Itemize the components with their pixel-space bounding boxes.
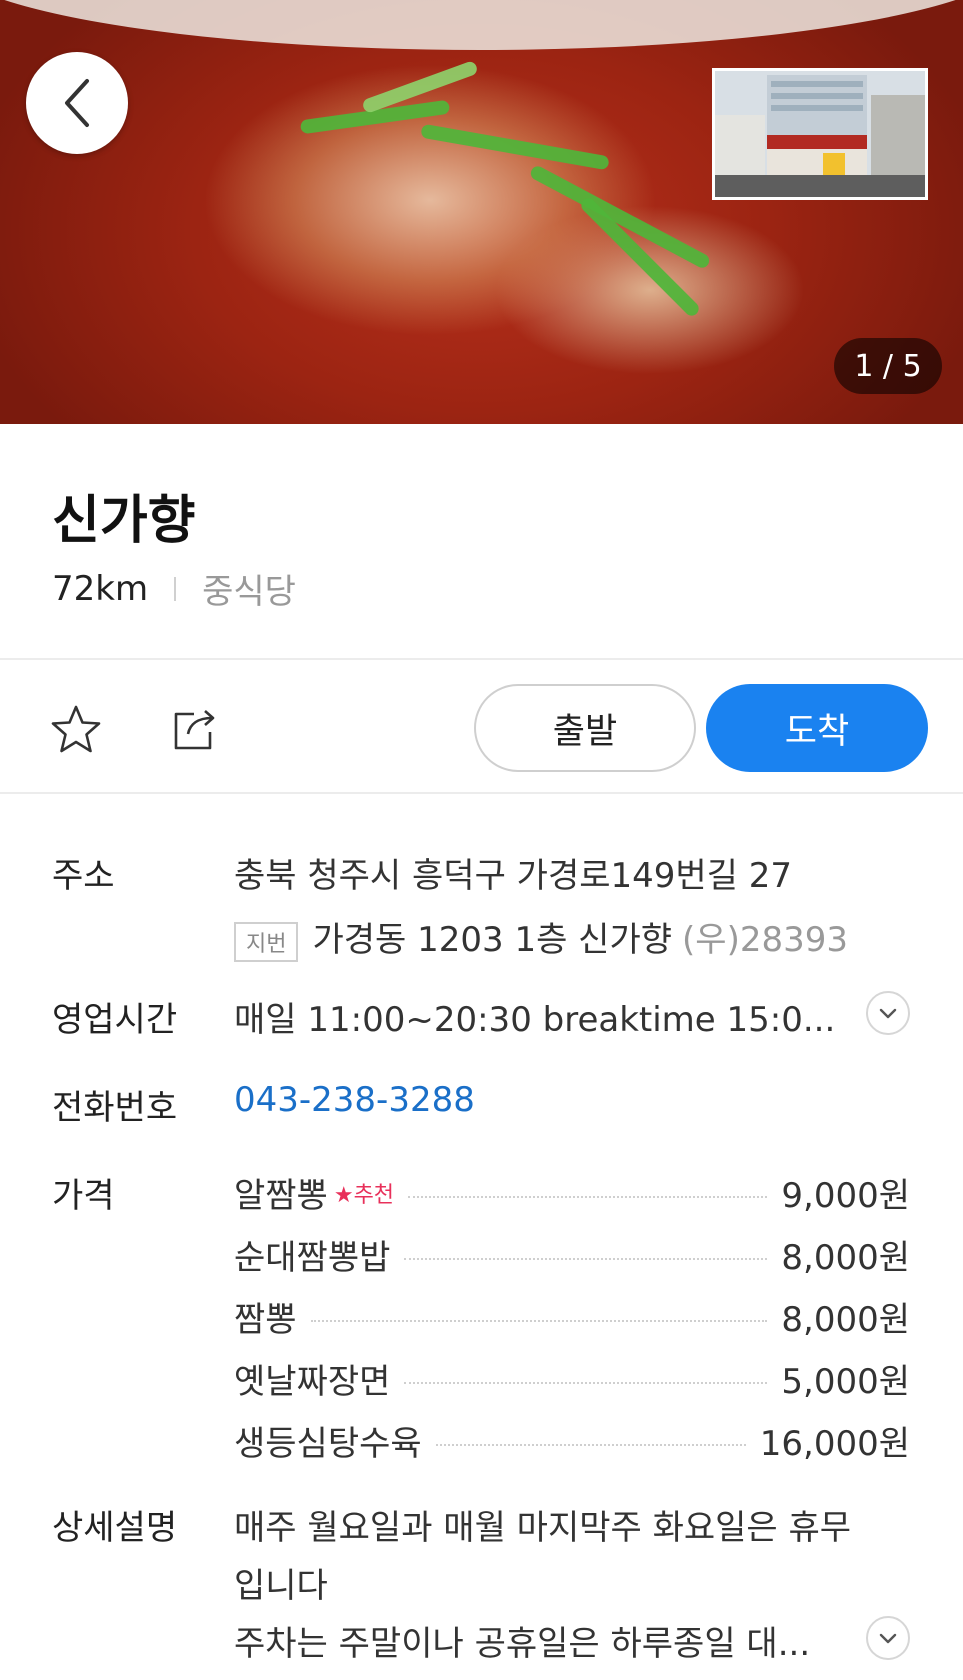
zip-code: (우)28393 (682, 920, 848, 960)
menu-item-name: 생등심탕수육 (234, 1424, 422, 1464)
menu-item: 알짬뽕 ★추천 9,000원 (234, 1168, 910, 1217)
meta-separator (174, 576, 177, 601)
description-label: 상세설명 (52, 1508, 178, 1548)
expand-hours-button[interactable] (866, 991, 910, 1035)
address-label: 주소 (52, 856, 115, 896)
hero-photo[interactable]: 1 / 5 (0, 0, 963, 424)
distance: 72km (52, 568, 149, 609)
hours-label: 영업시간 (52, 1000, 178, 1040)
road-address: 충북 청주시 흥덕구 가경로149번길 27 (234, 856, 793, 896)
jibun-address: 가경동 1203 1층 신가향 (312, 920, 673, 960)
divider (0, 792, 963, 794)
menu-item: 순대짬뽕밥 8,000원 (234, 1230, 910, 1279)
chevron-down-icon (879, 1633, 897, 1644)
dotted-leader (435, 1443, 746, 1446)
dotted-leader (404, 1257, 768, 1260)
jibun-tag: 지번 (234, 921, 299, 962)
bowl-rim (0, 0, 963, 50)
jibun-address-row: 지번 가경동 1203 1층 신가향 (우)28393 (234, 912, 848, 962)
description-line: 입니다 (234, 1566, 328, 1606)
star-icon (51, 705, 101, 753)
back-button[interactable] (26, 52, 128, 154)
place-meta: 72km 중식당 (52, 564, 296, 613)
phone-number-link[interactable]: 043-238-3288 (234, 1080, 475, 1120)
chevron-left-icon (65, 79, 89, 127)
storefront-thumbnail[interactable] (712, 68, 928, 200)
depart-button[interactable]: 출발 (474, 684, 696, 772)
menu-item-name: 알짬뽕 (234, 1176, 328, 1216)
description-line: 매주 월요일과 매월 마지막주 화요일은 휴무 (234, 1508, 852, 1548)
chevron-down-icon (879, 1008, 897, 1019)
category: 중식당 (202, 572, 296, 612)
arrive-button[interactable]: 도착 (706, 684, 928, 772)
place-name: 신가향 (52, 491, 196, 551)
menu-item-price: 5,000원 (781, 1362, 910, 1402)
expand-description-button[interactable] (866, 1616, 910, 1660)
menu-item: 짬뽕 8,000원 (234, 1292, 910, 1341)
favorite-button[interactable] (50, 704, 102, 758)
dotted-leader (310, 1319, 768, 1322)
green-onion (528, 163, 712, 271)
green-onion (420, 123, 610, 171)
menu-item-name: 짬뽕 (234, 1300, 297, 1340)
hours-value: 매일 11:00~20:30 breaktime 15:0... (234, 1000, 836, 1040)
photo-counter: 1 / 5 (834, 338, 942, 394)
phone-label: 전화번호 (52, 1088, 178, 1128)
description-line: 주차는 주말이나 공휴일은 하루종일 대... (234, 1624, 811, 1664)
menu-item-price: 9,000원 (781, 1176, 910, 1216)
menu-item: 옛날짜장면 5,000원 (234, 1354, 910, 1403)
divider (0, 658, 963, 660)
dotted-leader (408, 1195, 768, 1198)
menu-item-name: 옛날짜장면 (234, 1362, 391, 1402)
menu-item-price: 8,000원 (781, 1300, 910, 1340)
menu-item-price: 16,000원 (759, 1424, 910, 1464)
price-label: 가격 (52, 1176, 115, 1216)
dotted-leader (404, 1381, 768, 1384)
menu-item: 생등심탕수육 16,000원 (234, 1416, 910, 1465)
menu-item-name: 순대짬뽕밥 (234, 1238, 391, 1278)
menu-item-price: 8,000원 (781, 1238, 910, 1278)
share-icon (174, 710, 215, 750)
recommend-badge: ★추천 (333, 1182, 395, 1208)
storefront-photo (715, 71, 925, 197)
share-button[interactable] (172, 704, 220, 756)
